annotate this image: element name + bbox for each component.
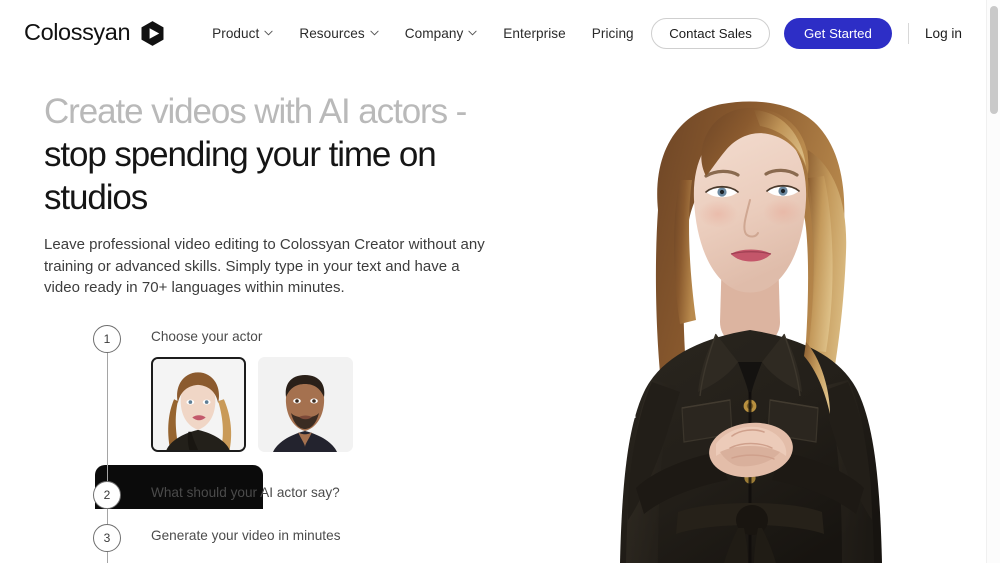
log-in-link[interactable]: Log in (925, 26, 962, 41)
brand-wordmark: Colossyan (24, 19, 131, 46)
step-1-body: Choose your actor (151, 325, 353, 452)
step-1: 1 Choose your actor (44, 324, 524, 452)
step-2-label: What should your AI actor say? (151, 484, 340, 500)
actor-option-male[interactable] (258, 356, 353, 452)
step-3-body: Generate your video in minutes (151, 524, 341, 543)
headline-line-2: stop spending your time on studios (44, 135, 437, 217)
top-navigation-bar: Colossyan Product Resources Company Ente… (0, 0, 986, 66)
actor-option-female[interactable] (151, 356, 246, 452)
nav-item-pricing-label: Pricing (591, 25, 634, 41)
step-2-number: 2 (93, 480, 121, 509)
actor-selector (151, 356, 353, 452)
actor-thumbnail-male (258, 356, 353, 452)
step-1-number: 1 (93, 324, 121, 353)
nav-item-resources[interactable]: Resources (299, 25, 379, 41)
page-root: Colossyan Product Resources Company Ente… (0, 0, 1000, 563)
nav-item-product[interactable]: Product (212, 26, 273, 41)
steps-timeline: 1 Choose your actor 2 What should your A… (44, 324, 524, 563)
step-1-label: Choose your actor (151, 328, 263, 344)
step-3-number: 3 (93, 523, 121, 552)
scrollbar-thumb[interactable] (990, 6, 998, 114)
hexagon-play-icon (139, 20, 166, 47)
hero-content: Create videos with AI actors - stop spen… (44, 90, 524, 563)
actor-thumbnail-female (153, 358, 244, 450)
chevron-down-icon (370, 30, 379, 36)
nav-divider (907, 22, 909, 44)
nav-item-pricing[interactable]: Pricing (592, 26, 634, 41)
main-nav-links: Product Resources Company Enterprise Pri… (212, 26, 634, 41)
nav-item-product-label: Product (212, 25, 260, 41)
nav-item-resources-label: Resources (299, 25, 365, 41)
step-3-label: Generate your video in minutes (151, 527, 341, 543)
nav-item-company-label: Company (404, 25, 464, 41)
hero-actor-image (540, 0, 986, 563)
chevron-down-icon (264, 30, 273, 36)
nav-item-enterprise-label: Enterprise (503, 25, 566, 41)
step-3: 3 Generate your video in minutes (44, 523, 524, 552)
step-2-body: What should your AI actor say? (151, 481, 340, 500)
page-title: Create videos with AI actors - stop spen… (44, 90, 524, 219)
chevron-down-icon (468, 30, 477, 36)
step-2: 2 What should your AI actor say? (44, 480, 524, 509)
get-started-button[interactable]: Get Started (783, 17, 892, 49)
headline-line-1: Create videos with AI actors - (44, 92, 467, 131)
contact-sales-button[interactable]: Contact Sales (651, 17, 770, 49)
hero-subcopy: Leave professional video editing to Colo… (44, 236, 485, 296)
brand-logo[interactable]: Colossyan (24, 20, 166, 47)
nav-item-enterprise[interactable]: Enterprise (503, 26, 565, 41)
nav-actions: Contact Sales Get Started Log in (651, 17, 962, 49)
nav-item-company[interactable]: Company (405, 26, 478, 41)
page-scrollbar[interactable] (986, 0, 1000, 563)
